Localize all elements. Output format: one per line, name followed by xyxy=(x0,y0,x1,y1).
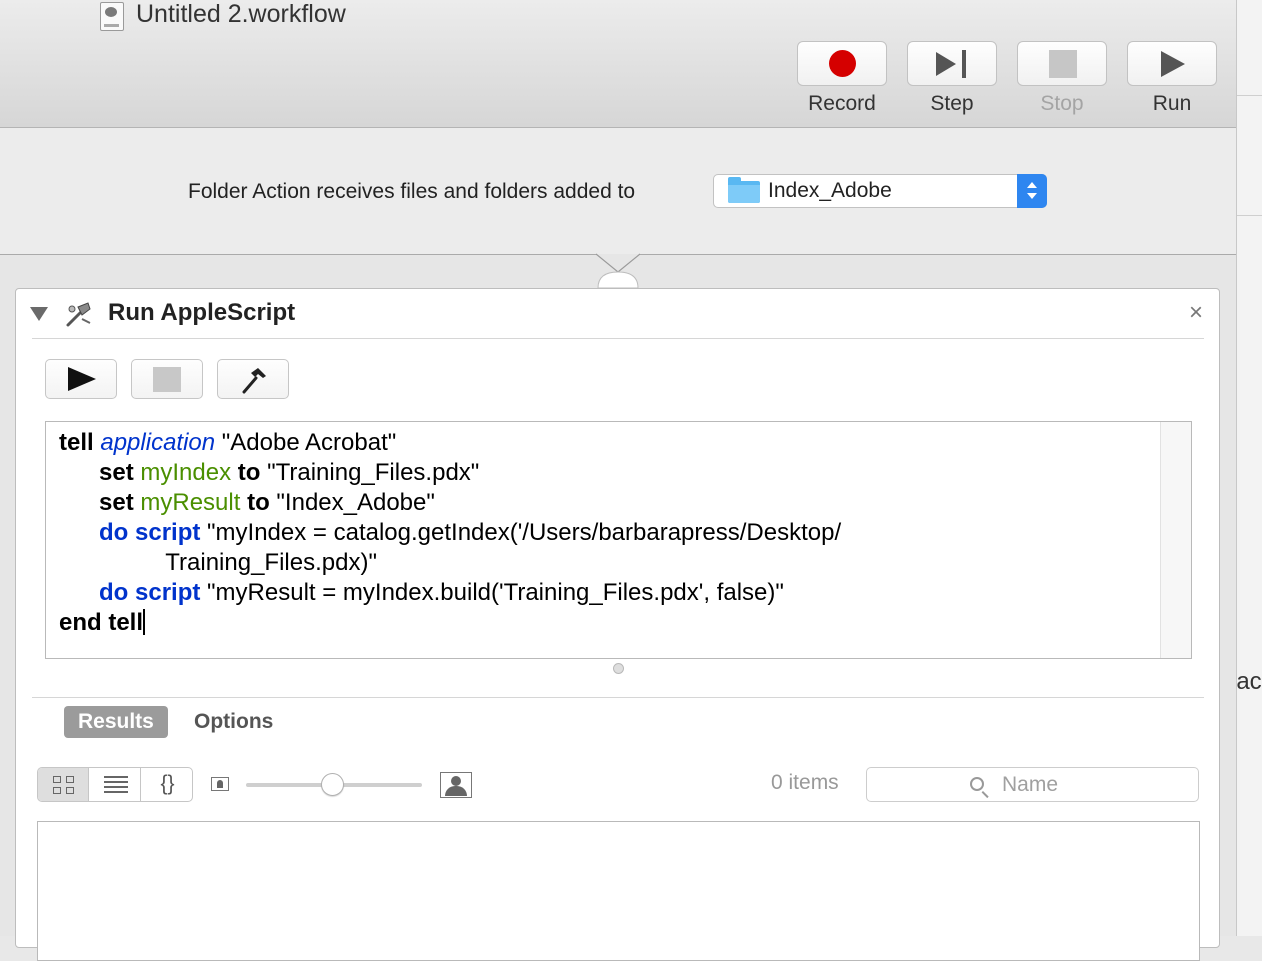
slider-knob[interactable] xyxy=(321,773,344,796)
run-icon xyxy=(1161,51,1185,77)
adjacent-pane xyxy=(1236,0,1262,936)
script-code[interactable]: tell application "Adobe Acrobat" set myI… xyxy=(59,428,841,638)
record-button[interactable] xyxy=(797,41,887,86)
view-mode-control: {} xyxy=(37,767,193,802)
popup-chevron-icon xyxy=(1017,174,1047,208)
close-icon[interactable]: × xyxy=(1189,299,1203,327)
divider xyxy=(32,697,1204,698)
workflow-document-icon xyxy=(100,2,124,31)
applescript-icon xyxy=(66,302,91,327)
icon-view-button[interactable] xyxy=(38,768,89,801)
script-editor[interactable]: tell application "Adobe Acrobat" set myI… xyxy=(45,421,1192,659)
stop-button[interactable] xyxy=(1017,41,1107,86)
items-count: 0 items xyxy=(771,771,839,794)
results-search-input[interactable]: Name xyxy=(866,767,1199,802)
stop-label: Stop xyxy=(1040,92,1084,115)
folder-popup[interactable]: Index_Adobe xyxy=(713,174,1047,208)
run-applescript-action: Run AppleScript × tell application "Adob… xyxy=(15,288,1220,961)
large-thumbnail-icon xyxy=(440,772,472,798)
window-toolbar: Untitled 2.workflow Record Step Stop Run xyxy=(0,0,1236,128)
resize-handle[interactable] xyxy=(613,663,624,674)
results-area xyxy=(37,821,1200,961)
script-run-button[interactable] xyxy=(45,359,117,399)
play-icon xyxy=(68,367,96,391)
folder-icon xyxy=(728,177,760,203)
text-caret xyxy=(143,609,146,635)
step-icon-bar xyxy=(962,50,966,78)
run-label: Run xyxy=(1152,92,1192,115)
run-button[interactable] xyxy=(1127,41,1217,86)
stop-icon xyxy=(153,367,181,392)
disclosure-triangle-icon[interactable] xyxy=(30,307,48,321)
action-title: Run AppleScript xyxy=(108,299,296,326)
window-title: Untitled 2.workflow xyxy=(136,0,346,28)
record-label: Record xyxy=(808,92,876,115)
script-compile-button[interactable] xyxy=(217,359,289,399)
list-icon xyxy=(104,776,128,794)
divider xyxy=(32,338,1204,339)
grid-icon xyxy=(53,776,75,794)
divider xyxy=(1237,95,1262,96)
json-view-button[interactable]: {} xyxy=(142,768,193,801)
folder-popup-value: Index_Adobe xyxy=(768,179,892,202)
workflow-input-bar: Folder Action receives files and folders… xyxy=(0,128,1236,255)
stop-icon xyxy=(1049,50,1077,78)
editor-scrollbar[interactable] xyxy=(1160,422,1191,658)
adjacent-pane-text: lac xyxy=(1237,668,1262,695)
script-stop-button[interactable] xyxy=(131,359,203,399)
record-icon xyxy=(829,50,856,77)
step-label: Step xyxy=(930,92,974,115)
connector-notch xyxy=(596,253,640,288)
step-icon xyxy=(936,52,956,76)
folder-action-label: Folder Action receives files and folders… xyxy=(188,180,636,203)
divider xyxy=(1237,215,1262,216)
search-placeholder: Name xyxy=(1002,773,1059,796)
action-header: Run AppleScript × xyxy=(16,289,1219,339)
tab-results[interactable]: Results xyxy=(64,706,168,738)
search-icon xyxy=(970,777,984,791)
tab-options[interactable]: Options xyxy=(180,706,287,738)
small-thumbnail-icon xyxy=(211,777,229,791)
step-button[interactable] xyxy=(907,41,997,86)
hammer-icon xyxy=(242,368,266,394)
list-view-button[interactable] xyxy=(90,768,141,801)
